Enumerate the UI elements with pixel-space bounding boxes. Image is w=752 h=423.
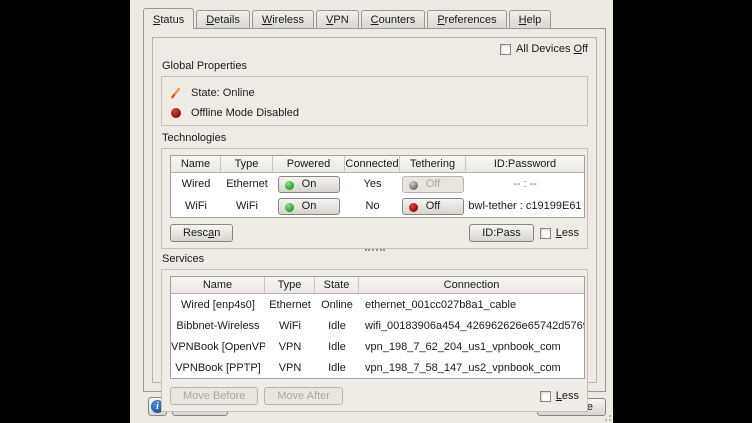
service-row[interactable]: Wired [enp4s0] Ethernet Online ethernet_…	[171, 294, 584, 315]
service-row[interactable]: VPNBook [PPTP] VPN Idle vpn_198_7_58_147…	[171, 357, 584, 378]
less-label: Less	[556, 390, 579, 402]
table-row: WiFi WiFi On No Off bwl-tether : c19199E…	[171, 195, 584, 217]
table-row: Wired Ethernet On Yes Off -- : --	[171, 173, 584, 195]
service-type: VPN	[265, 362, 315, 374]
tab-preferences[interactable]: Preferences	[427, 10, 506, 28]
column-header: Powered	[273, 156, 345, 172]
service-row[interactable]: VPNBook [OpenVPN] VPN Idle vpn_198_7_62_…	[171, 336, 584, 357]
offline-mode-row: Offline Mode Disabled	[170, 103, 579, 123]
column-header: Name	[171, 277, 265, 293]
tab-counters[interactable]: Counters	[361, 10, 426, 28]
service-state: Online	[315, 299, 359, 311]
state-row: State: Online	[170, 83, 579, 103]
technologies-header-row: Name Type Powered Connected Tethering ID…	[171, 156, 584, 173]
tech-idpassword: bwl-tether : c19199E61	[466, 200, 584, 212]
column-header: Connected	[345, 156, 400, 172]
tech-connected: No	[345, 200, 400, 212]
service-connection: wifi_00183906a454_426962626e65742d5769..…	[359, 320, 584, 332]
tech-type: Ethernet	[221, 178, 273, 190]
service-state: Idle	[315, 341, 359, 353]
services-box: Name Type State Connection Wired [enp4s0…	[161, 269, 588, 412]
all-devices-off-checkbox[interactable]: All Devices Off	[500, 43, 588, 55]
tethering-toggle-button[interactable]: Off	[402, 198, 464, 215]
column-header: Type	[265, 277, 315, 293]
technologies-table: Name Type Powered Connected Tethering ID…	[170, 155, 585, 218]
tech-powered-cell: On	[273, 198, 345, 215]
services-header-row: Name Type State Connection	[171, 277, 584, 294]
tab-help[interactable]: Help	[509, 10, 552, 28]
status-inner-frame: All Devices Off Global Properties State:…	[152, 37, 597, 383]
offline-mode-text: Offline Mode Disabled	[191, 107, 299, 119]
technologies-box: Name Type Powered Connected Tethering ID…	[161, 148, 588, 249]
checkbox-box	[540, 391, 551, 402]
rescan-button[interactable]: Rescan	[170, 224, 233, 242]
service-connection: vpn_198_7_62_204_us1_vpnbook_com	[359, 341, 584, 353]
less-label: Less	[556, 227, 579, 239]
column-header: Tethering	[400, 156, 466, 172]
tech-type: WiFi	[221, 200, 273, 212]
service-type: Ethernet	[265, 299, 315, 311]
column-header: Connection	[359, 277, 584, 293]
service-name: Bibbnet-Wireless	[171, 320, 265, 332]
tab-details[interactable]: Details	[196, 10, 250, 28]
service-type: VPN	[265, 341, 315, 353]
column-header: Name	[171, 156, 221, 172]
global-properties-title: Global Properties	[162, 60, 588, 72]
tech-tethering-cell: Off	[400, 176, 466, 193]
green-led-icon	[285, 181, 294, 190]
green-led-icon	[285, 203, 294, 212]
move-before-button: Move Before	[170, 387, 258, 405]
idpass-button[interactable]: ID:Pass	[469, 224, 534, 242]
red-circle-icon	[170, 107, 182, 119]
tab-status[interactable]: Status	[143, 8, 194, 29]
service-connection: vpn_198_7_58_147_us2_vpnbook_com	[359, 362, 584, 374]
cmst-window: Status Details Wireless VPN Counters Pre…	[130, 0, 613, 423]
tech-idpassword: -- : --	[466, 178, 584, 190]
tech-name: WiFi	[171, 200, 221, 212]
services-table: Name Type State Connection Wired [enp4s0…	[170, 276, 585, 379]
pencil-icon	[170, 87, 182, 99]
splitter-dots-icon	[365, 249, 385, 251]
tethering-toggle-button: Off	[402, 176, 464, 193]
technologies-less-checkbox[interactable]: Less	[540, 227, 579, 239]
tech-tethering-cell: Off	[400, 198, 466, 215]
column-header: State	[315, 277, 359, 293]
tech-name: Wired	[171, 178, 221, 190]
column-header: Type	[221, 156, 273, 172]
tab-wireless[interactable]: Wireless	[252, 10, 314, 28]
service-state: Idle	[315, 320, 359, 332]
service-connection: ethernet_001cc027b8a1_cable	[359, 299, 584, 311]
services-title: Services	[162, 253, 588, 265]
splitter-handle[interactable]	[161, 249, 588, 251]
tab-bar: Status Details Wireless VPN Counters Pre…	[130, 0, 613, 28]
service-name: Wired [enp4s0]	[171, 299, 265, 311]
column-header: ID:Password	[466, 156, 584, 172]
services-less-checkbox[interactable]: Less	[540, 390, 579, 402]
checkbox-box	[500, 44, 511, 55]
move-after-button: Move After	[264, 387, 343, 405]
service-name: VPNBook [OpenVPN]	[171, 341, 265, 353]
service-type: WiFi	[265, 320, 315, 332]
service-name: VPNBook [PPTP]	[171, 362, 265, 374]
tech-connected: Yes	[345, 178, 400, 190]
global-properties-box: State: Online Offline Mode Disabled	[161, 76, 588, 126]
checkbox-box	[540, 228, 551, 239]
red-led-icon	[409, 203, 418, 212]
status-tab-panel: All Devices Off Global Properties State:…	[143, 28, 606, 392]
service-row[interactable]: Bibbnet-Wireless WiFi Idle wifi_00183906…	[171, 315, 584, 336]
resize-grip[interactable]	[603, 413, 612, 422]
tech-powered-cell: On	[273, 176, 345, 193]
state-text: State: Online	[191, 87, 255, 99]
service-state: Idle	[315, 362, 359, 374]
technologies-title: Technologies	[162, 132, 588, 144]
all-devices-off-label: All Devices Off	[516, 43, 588, 55]
tab-vpn[interactable]: VPN	[316, 10, 359, 28]
gray-led-icon	[409, 181, 418, 190]
powered-toggle-button[interactable]: On	[278, 198, 340, 215]
powered-toggle-button[interactable]: On	[278, 176, 340, 193]
